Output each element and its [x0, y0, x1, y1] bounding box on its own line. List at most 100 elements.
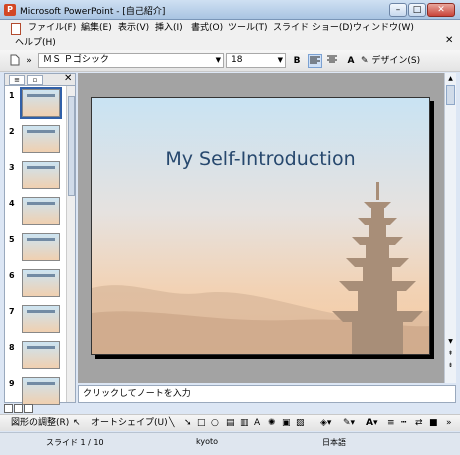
diagram-icon[interactable]: ✺ [268, 417, 276, 430]
font-name-value: ＭＳ Ｐゴシック [43, 55, 109, 65]
clipart-icon[interactable]: ▣ [282, 417, 291, 430]
slide-thumbnail-row[interactable]: 6 [5, 269, 67, 303]
shadow-icon[interactable]: ■ [429, 417, 438, 430]
design-label: デザイン(S) [371, 56, 421, 66]
arrow-tool-icon[interactable]: ➘ [184, 417, 192, 430]
scroll-down-icon[interactable]: ▼ [446, 337, 455, 347]
align-left-button[interactable] [308, 54, 322, 68]
design-icon: ✎ [361, 56, 369, 66]
toolbar-options-icon[interactable]: » [446, 417, 452, 430]
select-pointer-icon[interactable]: ↖ [73, 417, 85, 430]
line-tool-icon[interactable]: ╲ [169, 417, 174, 430]
font-size-value: 18 [231, 55, 243, 65]
slide-thumbnail[interactable] [22, 341, 60, 369]
status-bar: スライド 1 / 10 kyoto 日本語 [0, 432, 460, 455]
slide-thumbnail-row[interactable]: 2 [5, 125, 67, 159]
menu-format[interactable]: 書式(O) [189, 22, 225, 35]
view-buttons [4, 404, 44, 414]
chevron-down-icon: ▼ [277, 56, 283, 64]
slide-thumbnail[interactable] [22, 269, 60, 297]
current-slide[interactable]: My Self-Introduction [91, 97, 430, 355]
rectangle-tool-icon[interactable]: □ [197, 417, 206, 430]
slide-scrollbar[interactable]: ▲ ▼ ⇞ ⇟ [444, 73, 456, 383]
next-slide-icon[interactable]: ⇟ [446, 361, 455, 371]
picture-icon[interactable]: ▨ [296, 417, 305, 430]
fill-color-icon[interactable]: ◈▾ [320, 417, 331, 430]
design-button[interactable]: ✎ デザイン(S) [361, 54, 451, 68]
slide-thumbnail[interactable] [22, 161, 60, 189]
status-slide-position: スライド 1 / 10 [46, 438, 104, 447]
normal-view-icon[interactable] [4, 404, 13, 413]
slide-number: 9 [9, 379, 15, 388]
vertical-textbox-icon[interactable]: ▥ [240, 417, 249, 430]
slide-thumbnail[interactable] [22, 233, 60, 261]
dash-style-icon[interactable]: ┅ [401, 417, 406, 430]
pane-close-icon[interactable]: ✕ [64, 73, 72, 84]
font-size-increase-icon[interactable]: A [344, 54, 358, 68]
slide-thumbnail-row[interactable]: 7 [5, 305, 67, 339]
oval-tool-icon[interactable]: ○ [211, 417, 219, 430]
drawing-toolbar: 図形の調整(R) ↖ オートシェイプ(U) ╲ ➘ □ ○ ▤ ▥ A ✺ ▣ … [0, 414, 460, 431]
slide-thumbnail-row[interactable]: 8 [5, 341, 67, 375]
pane-tabs: ≡ ▫ ✕ [5, 73, 75, 86]
pane-scrollbar[interactable] [66, 86, 75, 402]
scroll-thumb[interactable] [446, 85, 455, 105]
slide-thumbnail[interactable] [20, 87, 62, 119]
bold-button[interactable]: B [291, 54, 303, 68]
slide-thumbnail-row[interactable]: 1 [5, 87, 67, 123]
menu-edit[interactable]: 編集(E) [79, 22, 114, 35]
notes-pane[interactable]: クリックしてノートを入力 [78, 385, 456, 403]
previous-slide-icon[interactable]: ⇞ [446, 349, 455, 359]
title-bar: P Microsoft PowerPoint - [自己紹介] – □ ✕ [0, 0, 460, 20]
autoshape-menu[interactable]: オートシェイプ(U) [91, 417, 168, 430]
tab-outline[interactable]: ≡ [9, 75, 25, 85]
toolbar-options-icon[interactable]: » [24, 54, 34, 68]
menu-file[interactable]: ファイル(F) [26, 22, 78, 35]
status-design-name: kyoto [196, 437, 219, 446]
slide-thumbnail[interactable] [22, 305, 60, 333]
slide-number: 2 [9, 127, 15, 136]
minimize-button[interactable]: – [389, 3, 407, 17]
wordart-icon[interactable]: A [254, 417, 260, 430]
scroll-up-icon[interactable]: ▲ [446, 74, 455, 84]
slide-thumbnail[interactable] [22, 125, 60, 153]
menu-insert[interactable]: 挿入(I) [153, 22, 185, 35]
slide-thumbnail[interactable] [22, 377, 60, 405]
line-color-icon[interactable]: ✎▾ [343, 417, 355, 430]
slide-sorter-view-icon[interactable] [14, 404, 23, 413]
new-document-icon[interactable] [8, 54, 22, 68]
menu-window[interactable]: ウィンドウ(W) [351, 22, 416, 35]
menu-tools[interactable]: ツール(T) [226, 22, 270, 35]
slide-background-art [92, 182, 429, 354]
line-style-icon[interactable]: ≡ [387, 417, 395, 430]
slides-pane: ≡ ▫ ✕ 1 2 3 4 5 6 7 8 9 [4, 73, 76, 405]
slide-title[interactable]: My Self-Introduction [92, 148, 429, 170]
document-close-icon[interactable]: ✕ [445, 35, 453, 46]
slide-thumbnail-row[interactable]: 5 [5, 233, 67, 267]
close-button[interactable]: ✕ [427, 3, 455, 17]
slideshow-view-icon[interactable] [24, 404, 33, 413]
slide-thumbnail[interactable] [22, 197, 60, 225]
adjust-shapes-menu[interactable]: 図形の調整(R) [11, 417, 69, 430]
font-color-icon[interactable]: A▾ [366, 417, 377, 430]
arrow-style-icon[interactable]: ⇄ [415, 417, 423, 430]
slide-number: 5 [9, 235, 15, 244]
maximize-button[interactable]: □ [408, 3, 426, 17]
menu-view[interactable]: 表示(V) [116, 22, 151, 35]
slide-number: 6 [9, 271, 15, 280]
slide-number: 8 [9, 343, 15, 352]
tab-slides[interactable]: ▫ [27, 75, 43, 85]
menu-slideshow[interactable]: スライド ショー(D) [271, 22, 355, 35]
slide-thumbnail-row[interactable]: 4 [5, 197, 67, 231]
document-icon[interactable] [11, 23, 21, 35]
slide-number: 4 [9, 199, 15, 208]
align-center-button[interactable] [325, 54, 339, 68]
font-name-select[interactable]: ＭＳ Ｐゴシック ▼ [38, 53, 224, 68]
window-title: Microsoft PowerPoint - [自己紹介] [20, 7, 166, 17]
font-size-select[interactable]: 18 ▼ [226, 53, 286, 68]
slide-thumbnail-row[interactable]: 3 [5, 161, 67, 195]
menu-help[interactable]: ヘルプ(H) [13, 37, 58, 50]
notes-placeholder: クリックしてノートを入力 [83, 389, 191, 399]
textbox-tool-icon[interactable]: ▤ [226, 417, 235, 430]
powerpoint-app-icon[interactable]: P [4, 4, 16, 16]
